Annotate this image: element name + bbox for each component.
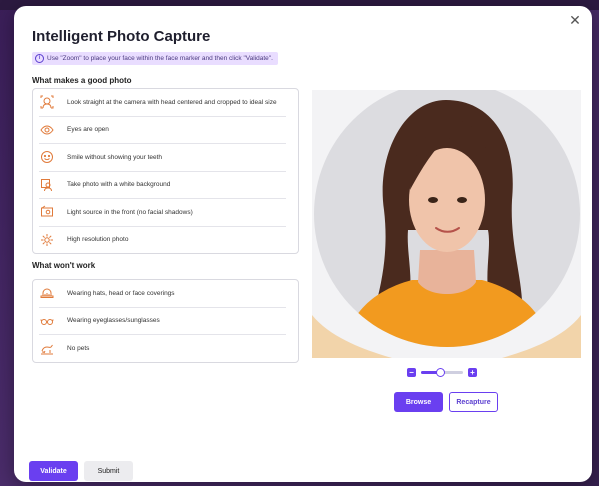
photo-capture-dialog: ✕ Intelligent Photo Capture i Use "Zoom"…	[14, 6, 592, 482]
list-item-label: Wearing eyeglasses/sunglasses	[67, 317, 160, 325]
zoom-out-button[interactable]: −	[407, 368, 416, 377]
browse-button[interactable]: Browse	[394, 392, 443, 412]
dialog-title: Intelligent Photo Capture	[32, 28, 211, 45]
eye-icon	[39, 122, 55, 138]
sparkle-icon	[39, 232, 55, 248]
list-item-label: Eyes are open	[67, 126, 109, 134]
list-item: Wearing hats, head or face coverings	[39, 280, 286, 308]
glasses-icon	[39, 313, 55, 329]
list-item: Wearing eyeglasses/sunglasses	[39, 308, 286, 335]
zoom-slider-handle[interactable]	[435, 368, 445, 377]
list-item-label: Look straight at the camera with head ce…	[67, 98, 277, 106]
list-item: Smile without showing your teeth	[39, 144, 286, 172]
hat-icon	[39, 285, 55, 301]
recapture-button[interactable]: Recapture	[449, 392, 498, 412]
zoom-in-button[interactable]: +	[468, 368, 477, 377]
list-item: High resolution photo	[39, 227, 286, 254]
list-item-label: Take photo with a white background	[67, 181, 171, 189]
photo-preview[interactable]	[312, 90, 581, 358]
list-item: Eyes are open	[39, 117, 286, 144]
list-item: No pets	[39, 335, 286, 362]
list-item-label: High resolution photo	[67, 236, 129, 244]
list-item-label: Light source in the front (no facial sha…	[67, 208, 193, 216]
list-item-label: Wearing hats, head or face coverings	[67, 289, 175, 297]
close-icon[interactable]: ✕	[568, 14, 582, 28]
info-icon: i	[35, 54, 44, 63]
good-photo-list: Look straight at the camera with head ce…	[32, 88, 299, 254]
bad-photo-heading: What won't work	[32, 261, 96, 270]
good-photo-heading: What makes a good photo	[32, 76, 132, 85]
zoom-control: − +	[407, 368, 477, 377]
bad-photo-list: Wearing hats, head or face coverings Wea…	[32, 279, 299, 363]
list-item-label: No pets	[67, 344, 90, 352]
list-item-label: Smile without showing your teeth	[67, 153, 163, 161]
hint-banner: i Use "Zoom" to place your face within t…	[32, 52, 278, 65]
light-source-icon	[39, 204, 55, 220]
hint-text: Use "Zoom" to place your face within the…	[47, 55, 273, 62]
list-item: Light source in the front (no facial sha…	[39, 199, 286, 227]
pet-icon	[39, 340, 55, 356]
smile-icon	[39, 149, 55, 165]
head-center-icon	[39, 94, 55, 110]
list-item: Take photo with a white background	[39, 172, 286, 199]
zoom-slider[interactable]	[421, 368, 463, 377]
validate-button[interactable]: Validate	[29, 461, 78, 481]
white-background-icon	[39, 177, 55, 193]
portrait-image	[312, 90, 581, 358]
list-item: Look straight at the camera with head ce…	[39, 89, 286, 117]
submit-button[interactable]: Submit	[84, 461, 133, 481]
